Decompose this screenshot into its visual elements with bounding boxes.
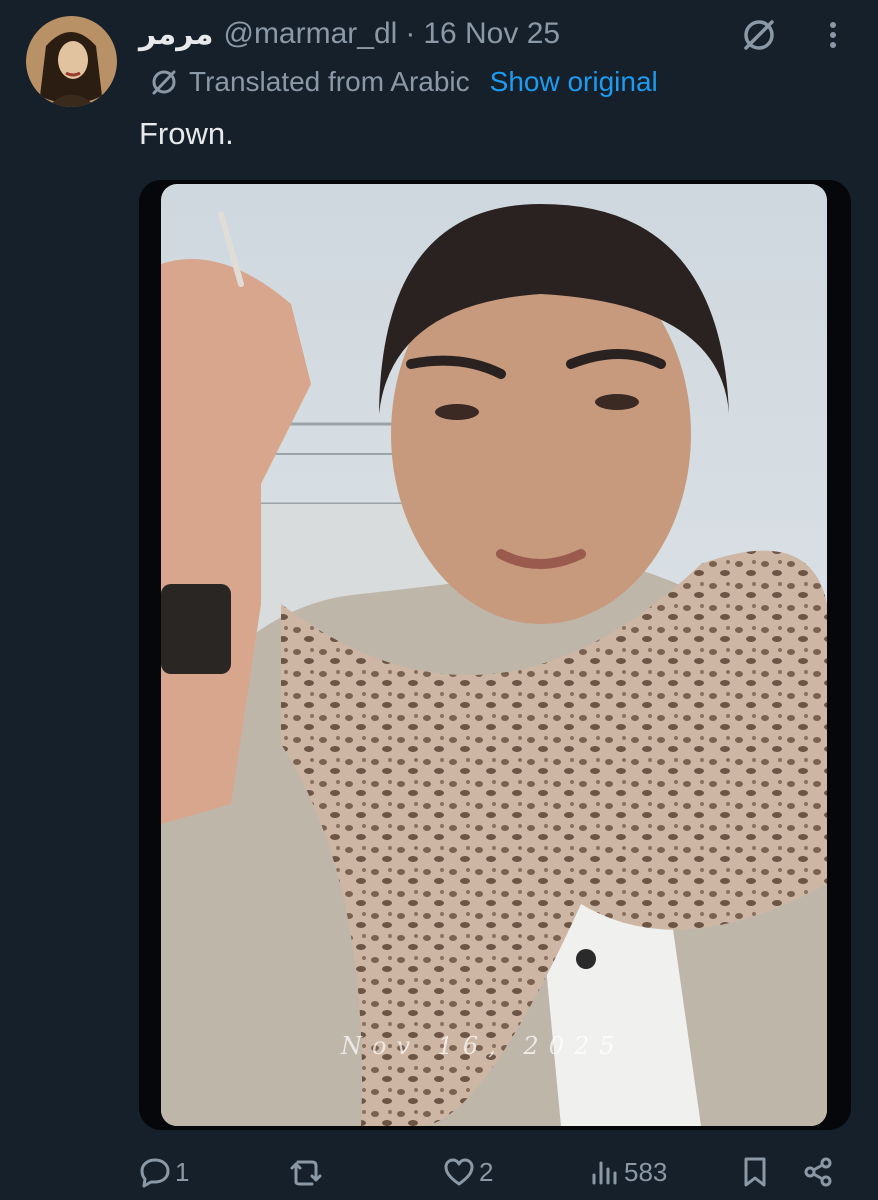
- more-button[interactable]: [812, 14, 854, 56]
- reply-button[interactable]: 1: [139, 1150, 189, 1194]
- bookmark-button[interactable]: [742, 1150, 768, 1194]
- more-vertical-icon: [830, 22, 836, 48]
- grok-button[interactable]: [738, 14, 780, 56]
- post-date[interactable]: 16 Nov 25: [423, 17, 560, 51]
- translation-label: Translated from Arabic: [189, 66, 470, 97]
- like-button[interactable]: 2: [443, 1150, 493, 1194]
- like-count: 2: [479, 1156, 494, 1187]
- reply-icon: [140, 1158, 170, 1188]
- show-original-link[interactable]: Show original: [490, 66, 658, 98]
- user-handle[interactable]: @marmar_dl: [223, 17, 397, 51]
- reply-count: 1: [175, 1156, 190, 1187]
- share-icon: [804, 1157, 832, 1187]
- translate-icon: [152, 70, 176, 95]
- photo-illustration: [161, 184, 827, 1126]
- views-icon: [592, 1161, 617, 1185]
- views-button[interactable]: 583: [590, 1150, 667, 1194]
- views-count: 583: [624, 1156, 668, 1187]
- post-photo[interactable]: Nov 16, 2025: [161, 184, 827, 1126]
- header-separator: ·: [405, 17, 416, 50]
- post: مرمر @marmar_dl · 16 Nov 25 Translated f…: [0, 0, 878, 1200]
- repost-icon: [290, 1160, 322, 1186]
- repost-button[interactable]: [288, 1150, 328, 1194]
- post-header: مرمر @marmar_dl · 16 Nov 25: [139, 14, 560, 54]
- bookmark-icon: [744, 1157, 766, 1187]
- post-text: Frown.: [139, 116, 234, 151]
- display-name[interactable]: مرمر: [139, 17, 213, 52]
- grok-icon: [744, 20, 774, 50]
- avatar[interactable]: [26, 16, 117, 107]
- translation-row: Translated from Arabic Show original: [149, 62, 658, 102]
- avatar-illustration: [26, 16, 117, 107]
- post-media[interactable]: Nov 16, 2025: [139, 180, 851, 1130]
- heart-icon: [444, 1158, 474, 1186]
- share-button[interactable]: [802, 1150, 834, 1194]
- photo-date-watermark: Nov 16, 2025: [341, 1032, 625, 1060]
